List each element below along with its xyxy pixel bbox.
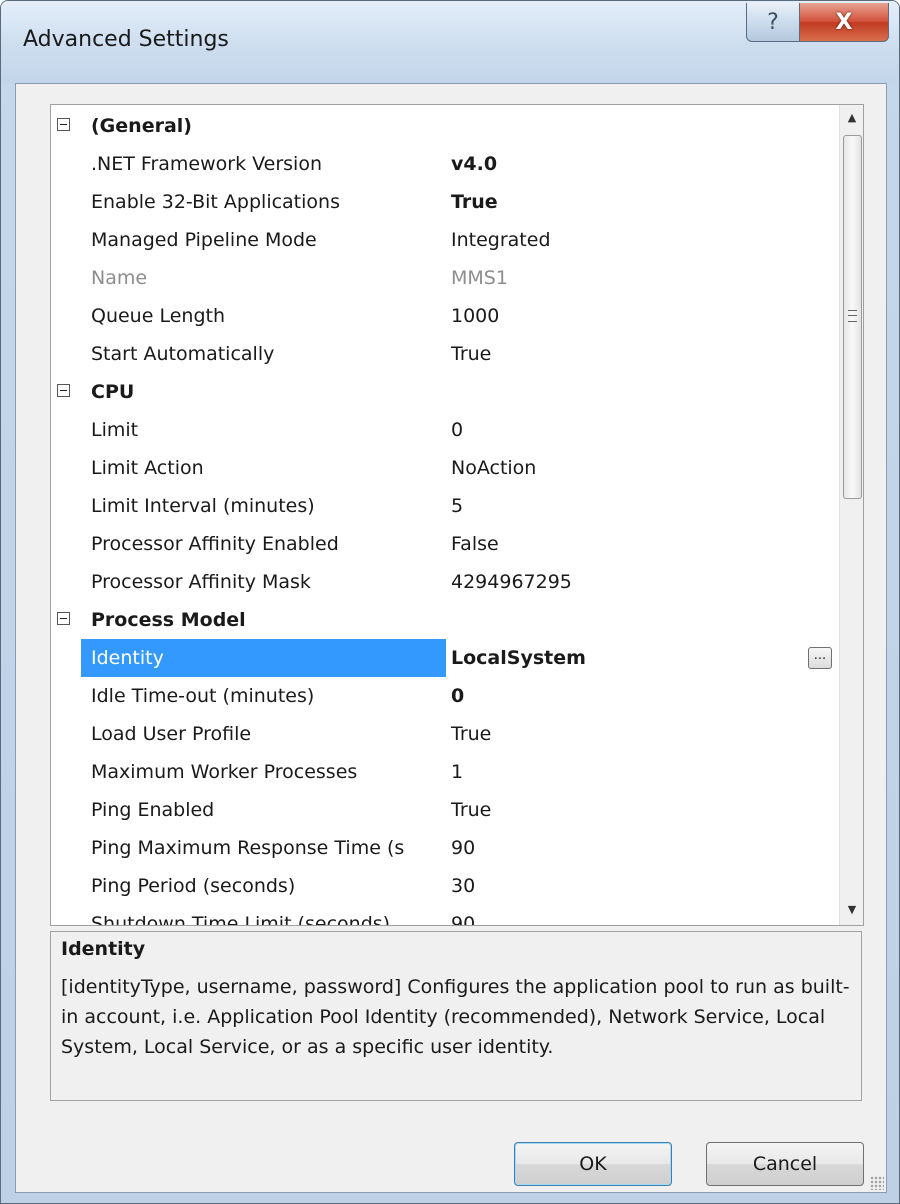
close-icon: X bbox=[835, 9, 853, 35]
property-label: Name bbox=[91, 267, 148, 289]
property-label: Ping Period (seconds) bbox=[91, 875, 296, 897]
resize-grip-icon[interactable] bbox=[870, 1176, 884, 1190]
property-value[interactable]: 4294967295 bbox=[451, 563, 572, 601]
property-row[interactable]: Enable 32-Bit Applications True bbox=[51, 183, 839, 221]
collapse-minus-icon[interactable] bbox=[57, 118, 70, 131]
property-value[interactable]: True bbox=[451, 335, 491, 373]
category-label: (General) bbox=[91, 115, 192, 137]
collapse-minus-icon[interactable] bbox=[57, 612, 70, 625]
property-row[interactable]: .NET Framework Version v4.0 bbox=[51, 145, 839, 183]
property-label: Processor Affinity Enabled bbox=[91, 533, 339, 555]
help-button[interactable]: ? bbox=[746, 3, 800, 42]
property-label: Identity bbox=[81, 639, 446, 677]
property-value[interactable]: 5 bbox=[451, 487, 463, 525]
property-row[interactable]: Limit Action NoAction bbox=[51, 449, 839, 487]
vertical-scrollbar[interactable]: ▲ ▼ bbox=[839, 105, 863, 925]
property-value[interactable]: 90 bbox=[451, 905, 475, 925]
cancel-button[interactable]: Cancel bbox=[706, 1142, 864, 1186]
scroll-up-icon[interactable]: ▲ bbox=[840, 105, 863, 129]
category-row[interactable]: CPU bbox=[51, 373, 839, 411]
property-value[interactable]: Integrated bbox=[451, 221, 551, 259]
property-row[interactable]: Queue Length 1000 bbox=[51, 297, 839, 335]
property-value[interactable]: False bbox=[451, 525, 499, 563]
advanced-settings-window: Advanced Settings ? X Shutdown Time Limi… bbox=[0, 0, 900, 1204]
category-label: Process Model bbox=[91, 609, 246, 631]
property-row[interactable]: Idle Time-out (minutes) 0 bbox=[51, 677, 839, 715]
property-value[interactable]: 0 bbox=[451, 677, 464, 715]
property-value[interactable]: 0 bbox=[451, 411, 463, 449]
property-value[interactable]: True bbox=[451, 791, 491, 829]
property-value[interactable]: MMS1 bbox=[451, 259, 508, 297]
ellipsis-button[interactable]: ... bbox=[808, 647, 832, 669]
property-row[interactable]: Maximum Worker Processes 1 bbox=[51, 753, 839, 791]
description-title: Identity bbox=[61, 938, 146, 960]
property-row[interactable]: Start Automatically True bbox=[51, 335, 839, 373]
collapse-minus-icon[interactable] bbox=[57, 384, 70, 397]
property-label: Limit bbox=[91, 419, 139, 441]
help-icon: ? bbox=[767, 9, 779, 35]
property-row[interactable]: Ping Enabled True bbox=[51, 791, 839, 829]
property-value[interactable]: 30 bbox=[451, 867, 475, 905]
property-grid: Shutdown Time Limit (seconds) 90 Ping Peri… bbox=[50, 104, 864, 926]
property-value[interactable]: True bbox=[451, 715, 491, 753]
property-row[interactable]: Managed Pipeline Mode Integrated bbox=[51, 221, 839, 259]
description-text: [identityType, username, password] Confi… bbox=[61, 976, 850, 1058]
property-row[interactable]: Name MMS1 bbox=[51, 259, 839, 297]
property-value[interactable]: True bbox=[451, 183, 498, 221]
property-label: Load User Profile bbox=[91, 723, 252, 745]
description-panel: Identity [identityType, username, passwo… bbox=[50, 931, 862, 1101]
property-value[interactable]: NoAction bbox=[451, 449, 536, 487]
property-value[interactable]: 90 bbox=[451, 829, 475, 867]
property-row[interactable]: Processor Affinity Enabled False bbox=[51, 525, 839, 563]
property-label: Idle Time-out (minutes) bbox=[91, 685, 315, 707]
property-label: Enable 32-Bit Applications bbox=[91, 191, 340, 213]
window-title: Advanced Settings bbox=[23, 27, 229, 52]
property-label: Start Automatically bbox=[91, 343, 275, 365]
property-row[interactable]: Processor Affinity Mask 4294967295 bbox=[51, 563, 839, 601]
property-row[interactable]: Ping Maximum Response Time (s 90 bbox=[51, 829, 839, 867]
property-value[interactable]: 1 bbox=[451, 753, 463, 791]
property-label: Processor Affinity Mask bbox=[91, 571, 311, 593]
property-label: Managed Pipeline Mode bbox=[91, 229, 317, 251]
property-label: .NET Framework Version bbox=[91, 153, 322, 175]
property-value[interactable]: v4.0 bbox=[451, 145, 497, 183]
property-label: Limit Action bbox=[91, 457, 204, 479]
category-row[interactable]: (General) bbox=[51, 107, 839, 145]
property-row[interactable]: Shutdown Time Limit (seconds) 90 bbox=[51, 905, 839, 926]
property-row[interactable]: Limit Interval (minutes) 5 bbox=[51, 487, 839, 525]
scroll-down-icon[interactable]: ▼ bbox=[840, 897, 863, 921]
property-label: Queue Length bbox=[91, 305, 225, 327]
dialog-body: Shutdown Time Limit (seconds) 90 Ping Peri… bbox=[15, 83, 887, 1193]
property-label: Limit Interval (minutes) bbox=[91, 495, 315, 517]
category-label: CPU bbox=[91, 381, 135, 403]
property-row[interactable]: Identity LocalSystem... bbox=[51, 639, 839, 677]
ok-button[interactable]: OK bbox=[514, 1142, 672, 1186]
title-bar[interactable]: Advanced Settings ? X bbox=[1, 1, 899, 83]
property-row[interactable]: Load User Profile True bbox=[51, 715, 839, 753]
property-row[interactable]: Ping Period (seconds) 30 bbox=[51, 867, 839, 905]
property-label: Maximum Worker Processes bbox=[91, 761, 358, 783]
property-value[interactable]: LocalSystem bbox=[451, 639, 586, 677]
grip-icon bbox=[848, 310, 857, 322]
property-label: Ping Enabled bbox=[91, 799, 215, 821]
property-label: Ping Maximum Response Time (s bbox=[91, 837, 405, 859]
close-button[interactable]: X bbox=[799, 3, 889, 42]
property-row[interactable]: Limit 0 bbox=[51, 411, 839, 449]
scroll-thumb[interactable] bbox=[843, 135, 862, 499]
property-label: Shutdown Time Limit (seconds) bbox=[91, 913, 391, 926]
property-value[interactable]: 1000 bbox=[451, 297, 499, 335]
category-row[interactable]: Process Model bbox=[51, 601, 839, 639]
